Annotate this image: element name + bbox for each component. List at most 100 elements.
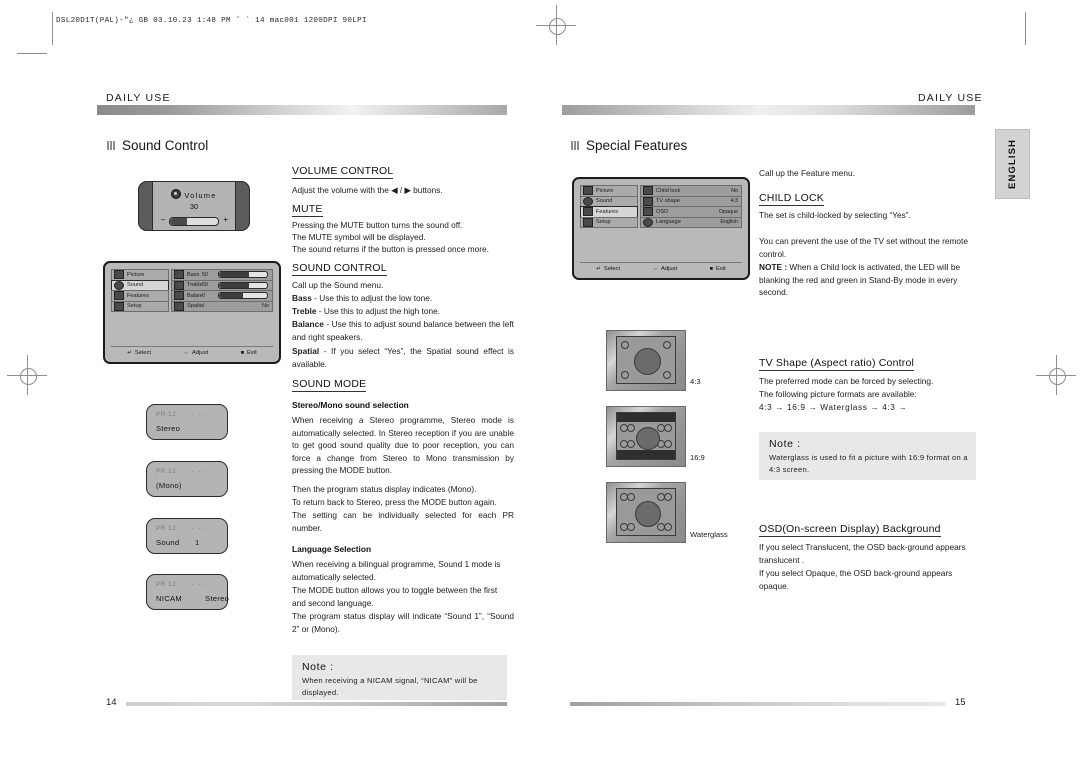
definition-balance: Balance - Use this to adjust sound balan… [292, 318, 514, 343]
corner-circle [657, 493, 665, 501]
text-child-lock-line2: You can prevent the use of the TV set wi… [759, 236, 968, 259]
center-ball [636, 427, 660, 450]
tv-caption-16-9: 16:9 [690, 453, 705, 462]
definition-spatial-text: - If you select “Yes”, the Spatial sound… [292, 346, 514, 369]
status-pr: PR 12 [156, 525, 177, 532]
term-spatial: Spatial [292, 346, 320, 356]
tv-screen [616, 488, 676, 536]
corner-circle [664, 523, 672, 531]
right-page: DAILY USE Special Features ENGLISH Pictu… [540, 0, 1080, 763]
setup-icon [114, 301, 124, 311]
heading-mute: MUTE [292, 203, 323, 217]
footer-select[interactable]: ↵ Select [127, 350, 151, 356]
footer-adjust[interactable]: ⇔ Adjust [653, 266, 678, 272]
osd-icon [643, 207, 653, 217]
note-title: Note : [769, 438, 801, 450]
footer-exit[interactable]: ■ Exit [710, 266, 726, 272]
corner-circle [657, 523, 665, 531]
corner-circle [621, 341, 629, 349]
corner-circle [663, 341, 671, 349]
term-balance: Balance [292, 319, 324, 329]
sound-icon [583, 196, 593, 206]
note-title: Note : [302, 661, 334, 673]
note-label: NOTE : [759, 262, 788, 272]
setup-icon [583, 217, 593, 227]
footer-select[interactable]: ↵ Select [596, 266, 620, 272]
definition-treble-text: - Use this to adjust the high tone. [316, 306, 441, 316]
note-text: When a Child lock is activated, the LED … [759, 262, 961, 298]
folio-right: 15 [955, 697, 966, 708]
text-sound-mode-para2: Then the program status display indicate… [292, 484, 477, 494]
text-mute-line1: Pressing the MUTE button turns the sound… [292, 220, 463, 230]
volume-minus-label: – [161, 215, 166, 224]
corner-circle [627, 424, 635, 432]
text-sound-control-intro: Call up the Sound menu. [292, 280, 384, 290]
volume-slider-fill [170, 218, 188, 225]
text-language-para6: The MODE button allows you to toggle bet… [292, 585, 498, 608]
speaker-icon [171, 189, 182, 199]
menu-item-language[interactable]: Language English [640, 216, 742, 228]
center-ball [635, 501, 661, 527]
text-mute-line3: The sound returns if the button is press… [292, 244, 489, 254]
enter-icon: ↵ [127, 349, 132, 356]
heading-sound-control: SOUND CONTROL [292, 262, 387, 276]
features-menu-graphic: Picture Sound Features Setup Child lock … [572, 177, 750, 280]
tv-screen [616, 412, 676, 460]
status-mode-secondary: Stereo [205, 594, 230, 603]
bass-slider[interactable] [218, 271, 268, 279]
sound-menu-item-column: Bass 50 Treble 50 Balance 0 [171, 269, 273, 312]
text-feature-intro: Call up the Feature menu. [759, 168, 855, 178]
status-box-nicam: PR 12 - - - - - NICAM Stereo [146, 574, 230, 610]
treble-slider[interactable] [218, 281, 268, 289]
treble-icon [174, 280, 184, 290]
status-mode: Stereo [156, 424, 181, 433]
language-tab-english: ENGLISH [995, 129, 1030, 199]
features-icon [114, 291, 124, 301]
sound-menu-footer: ↵ Select ⇔ Adjust ■ Exit [111, 346, 273, 358]
features-menu-footer: ↵ Select ⇔ Adjust ■ Exit [580, 262, 742, 274]
header-rule-left [97, 105, 507, 115]
text-tv-shape-line1: The preferred mode can be forced by sele… [759, 376, 934, 386]
section-title-sound-control: Sound Control [122, 138, 209, 153]
status-box-sound1: PR 12 - - - - - Sound 1 [146, 518, 228, 554]
menu-category-setup[interactable]: Setup [111, 300, 169, 312]
text-sound-mode-para3: To return back to Stereo, press the MODE… [292, 497, 497, 507]
balance-slider[interactable] [218, 292, 268, 300]
left-page: DAILY USE Sound Control Volume 30 – + Pi… [0, 0, 540, 763]
section-title-special-features: Special Features [586, 138, 688, 153]
volume-plus-label: + [223, 215, 228, 224]
status-pr: PR 12 [156, 468, 177, 475]
text-tv-shape-cycle: 4:3 → 16:9 → Waterglass → 4:3 → [759, 402, 908, 412]
footer-adjust[interactable]: ⇔ Adjust [184, 350, 209, 356]
status-dots: - - - - - [184, 581, 216, 588]
menu-item-spatial[interactable]: Spatial No [171, 300, 273, 312]
menu-category-setup[interactable]: Setup [580, 216, 638, 228]
definition-treble: Treble - Use this to adjust the high ton… [292, 305, 514, 318]
text-osd-line2: If you select Opaque, the OSD back-groun… [759, 568, 953, 591]
sound-menu-graphic: Picture Sound Features Setup Bass 50 Tre… [103, 261, 281, 364]
tv-screen [616, 336, 676, 384]
tv-illustration-waterglass [606, 482, 686, 543]
definition-spatial: Spatial - If you select “Yes”, the Spati… [292, 345, 514, 370]
note-box-waterglass: Note : Waterglass is used to fit a pictu… [759, 432, 976, 480]
features-menu-item-column: Child lock No TV shape 4:3 OSD Opaque La… [640, 185, 742, 228]
status-mode: NICAM [156, 594, 182, 603]
term-bass: Bass [292, 293, 312, 303]
text-sound-mode-para4: The setting can be individually selected… [292, 510, 514, 533]
left-right-arrow-icon: ⇔ [652, 265, 659, 272]
heading-child-lock: CHILD LOCK [759, 192, 825, 206]
bass-icon [174, 270, 184, 280]
center-ball [634, 348, 661, 375]
footer-rule-left [126, 702, 507, 706]
footer-exit[interactable]: ■ Exit [241, 350, 257, 356]
corner-circle [663, 371, 671, 379]
volume-slider-track [169, 217, 219, 226]
heading-volume-control: VOLUME CONTROL [292, 165, 394, 179]
language-tab-label: ENGLISH [1007, 139, 1018, 189]
running-head-right: DAILY USE [918, 92, 983, 104]
footer-rule-right [570, 702, 945, 706]
volume-osd-value: 30 [189, 202, 199, 211]
letterbox-band-top [617, 413, 675, 422]
globe-icon [643, 217, 653, 227]
status-dots: - - - - - [184, 468, 216, 475]
